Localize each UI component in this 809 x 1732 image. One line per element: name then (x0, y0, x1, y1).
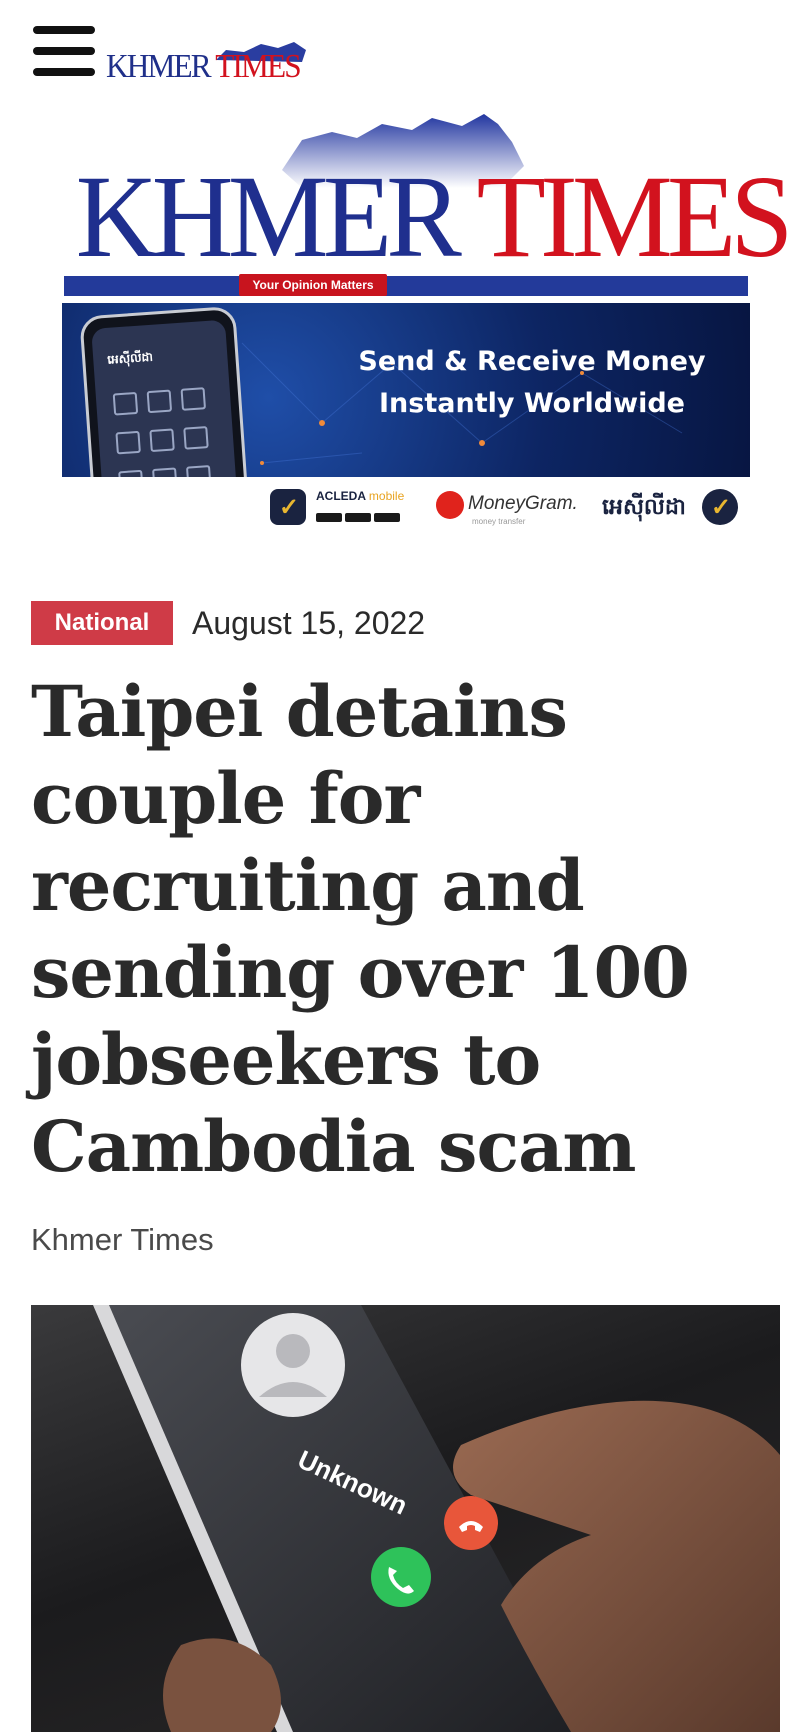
ad-headline-line1: Send & Receive Money (358, 346, 706, 377)
phone-call-illustration (93, 1305, 780, 1732)
masthead-times: TIMES (476, 151, 794, 282)
masthead-tagline: Your Opinion Matters (239, 274, 387, 296)
logo-small-times: TIMES (215, 48, 301, 85)
masthead-khmer: KHMER (75, 151, 462, 282)
moneygram-label: MoneyGram. (468, 493, 578, 514)
acleda-bank-logo-icon (702, 489, 738, 525)
phone-app-title: អេស៊ីលីដា (106, 349, 154, 367)
logo-small-khmer: KHMER (106, 48, 212, 85)
phone-accept-icon (371, 1547, 431, 1607)
moneygram-sub: money transfer (472, 517, 526, 526)
khmer-brand-text: អេស៊ីលីដា (602, 494, 686, 519)
ad-footer: ACLEDA mobile MoneyGram. money transfer … (62, 477, 750, 539)
acleda-label: ACLEDA mobile (316, 489, 405, 503)
masthead[interactable]: KHMER TIMES Your Opinion Matters (62, 108, 793, 298)
moneygram-logo-icon (436, 491, 464, 519)
app-store-badges (316, 509, 403, 527)
site-logo-small[interactable]: KHMER TIMES (106, 40, 326, 90)
category-badge[interactable]: National (31, 601, 173, 645)
masthead-rule (64, 276, 748, 296)
ad-banner[interactable]: អេស៊ីលីដា Send & Receive Money Instantly… (62, 303, 750, 539)
article-author[interactable]: Khmer Times (31, 1222, 214, 1258)
featured-image[interactable]: Unknown (31, 1305, 780, 1732)
publish-date: August 15, 2022 (192, 605, 426, 641)
ad-headline-line2: Instantly Worldwide (379, 388, 685, 419)
top-bar: KHMER TIMES (0, 0, 809, 110)
hamburger-menu-icon[interactable] (33, 26, 95, 78)
acleda-app-icon (270, 489, 306, 525)
article-title: Taipei detains couple for recruiting and… (31, 670, 690, 1188)
ad-headline: Send & Receive Money Instantly Worldwide (332, 341, 732, 425)
